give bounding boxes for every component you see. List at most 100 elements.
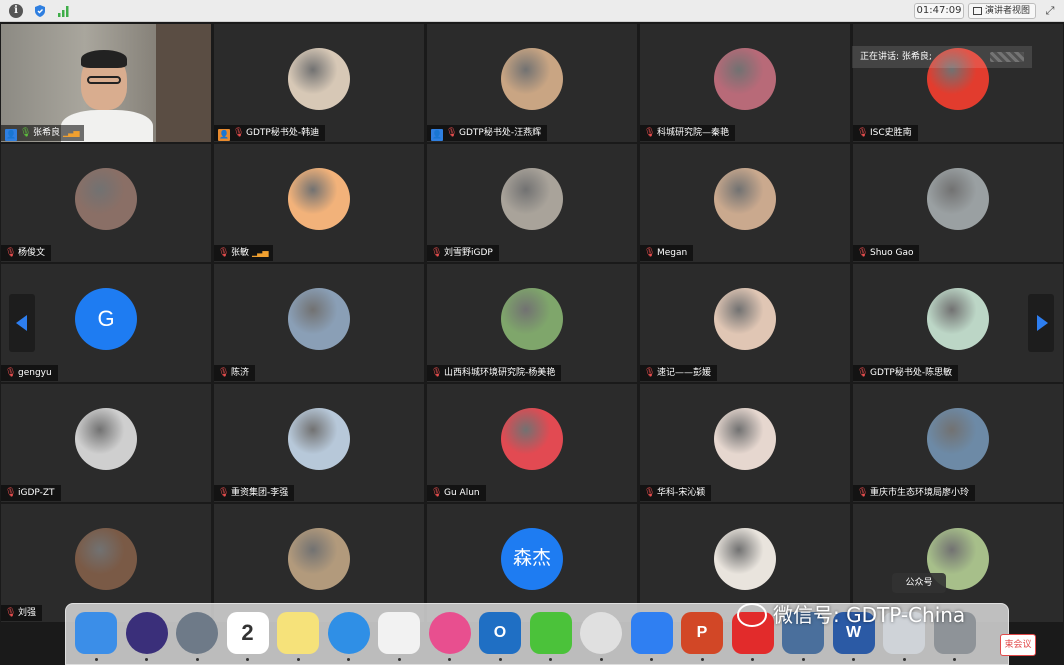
- participant-tile[interactable]: 👤 🎙 GDTP秘书处-汪燕辉: [427, 24, 637, 142]
- dock-launchpad-icon[interactable]: [176, 612, 218, 654]
- participant-nameplate: 🎙 Megan: [640, 245, 694, 261]
- microphone-muted-icon: 🎙: [857, 248, 869, 258]
- participant-tile[interactable]: 🎙 陈济: [214, 264, 424, 382]
- fullscreen-icon[interactable]: ⤢: [1043, 4, 1057, 18]
- participant-tile[interactable]: 🎙 华科-宋沁颖: [640, 384, 850, 502]
- speaking-blur: [990, 52, 1024, 62]
- microphone-muted-icon: 🎙: [233, 128, 245, 138]
- participant-tile[interactable]: 👤 🎙 张希良 ▁▃▅: [1, 24, 211, 142]
- participant-tile[interactable]: 👤 🎙 GDTP秘书处-韩迪: [214, 24, 424, 142]
- participant-nameplate: 🎙 ISC史胜南: [853, 125, 918, 141]
- participant-avatar: [927, 288, 989, 350]
- dock-itunes-icon[interactable]: [428, 612, 471, 654]
- participant-name: Gu Alun: [444, 488, 480, 498]
- participant-name: 山西科城环境研究院-杨美艳: [444, 368, 556, 378]
- dock-running-indicator: [599, 658, 603, 661]
- participant-avatar: [501, 408, 563, 470]
- participant-avatar: 森杰: [501, 528, 563, 590]
- participant-tile[interactable]: 🎙 杨俊文: [1, 144, 211, 262]
- participant-tile[interactable]: 🎙 Gu Alun: [427, 384, 637, 502]
- participant-avatar: [288, 408, 350, 470]
- participant-nameplate: 👤 🎙 GDTP秘书处-汪燕辉: [427, 125, 548, 141]
- participant-tile[interactable]: 🎙 张敏 ▁▃▅: [214, 144, 424, 262]
- dock-running-indicator: [397, 658, 401, 661]
- participant-nameplate: 👤 🎙 张希良 ▁▃▅: [1, 125, 85, 141]
- participant-avatar: [714, 48, 776, 110]
- participant-tile[interactable]: 🎙 科城研究院—秦艳: [640, 24, 850, 142]
- dock-wechat-icon[interactable]: [529, 612, 572, 654]
- participant-nameplate: 🎙 刘强: [1, 605, 43, 621]
- participant-tile[interactable]: 🎙 ISC史胜南: [853, 24, 1063, 142]
- participant-tile[interactable]: 🎙 山西科城环境研究院-杨美艳: [427, 264, 637, 382]
- speaking-indicator: 正在讲话: 张希良;: [852, 46, 1032, 68]
- participant-name: 陈济: [231, 368, 250, 378]
- participant-nameplate: 🎙 GDTP秘书处-陈思敏: [853, 365, 959, 381]
- dock-running-indicator: [801, 658, 805, 661]
- microphone-muted-icon: 🎙: [857, 128, 869, 138]
- microphone-muted-icon: 🎙: [446, 128, 458, 138]
- dock-running-indicator: [549, 658, 552, 661]
- microphone-muted-icon: 🎙: [644, 248, 656, 258]
- dock-running-indicator: [700, 658, 704, 661]
- participant-avatar: [75, 528, 137, 590]
- participant-tile[interactable]: 🎙 刘雪野iGDP: [427, 144, 637, 262]
- participant-name: GDTP秘书处-汪燕辉: [459, 128, 542, 138]
- participant-avatar: [75, 408, 137, 470]
- participant-name: ISC史胜南: [870, 128, 912, 138]
- microphone-muted-icon: 🎙: [857, 488, 869, 498]
- participant-avatar: [714, 168, 776, 230]
- microphone-muted-icon: 🎙: [644, 488, 656, 498]
- participant-nameplate: 🎙 iGDP-ZT: [1, 485, 61, 501]
- participant-avatar: [714, 408, 776, 470]
- dock-lark-icon[interactable]: [630, 612, 673, 654]
- participant-avatar: [927, 408, 989, 470]
- arrow-left-icon: [16, 315, 27, 331]
- watermark-text: 微信号: GDTP-China: [773, 603, 966, 627]
- dock-safari-icon[interactable]: [327, 612, 370, 654]
- dock-powerpoint-icon[interactable]: P: [681, 612, 723, 654]
- audio-level-icon: ▁▃▅: [63, 128, 80, 137]
- info-icon[interactable]: i: [9, 4, 23, 18]
- shield-icon[interactable]: [33, 4, 47, 18]
- participant-avatar: [288, 168, 350, 230]
- participant-tile[interactable]: 🎙 iGDP-ZT: [1, 384, 211, 502]
- dock-numbers-icon[interactable]: [378, 612, 420, 654]
- participant-avatar: [714, 528, 776, 590]
- participant-name: 刘强: [18, 608, 37, 618]
- microphone-muted-icon: 🎙: [218, 488, 230, 498]
- host-icon: 👤: [5, 129, 17, 141]
- participant-name: 华科-宋沁颖: [657, 488, 706, 498]
- dock-running-indicator: [145, 658, 148, 661]
- dock-running-indicator: [902, 658, 906, 661]
- participant-name: GDTP秘书处-韩迪: [246, 128, 320, 138]
- end-meeting-button[interactable]: 束会议: [1000, 634, 1036, 656]
- participant-tile[interactable]: 🎙 Shuo Gao: [853, 144, 1063, 262]
- participant-avatar: G: [75, 288, 137, 350]
- participant-nameplate: 🎙 重庆市生态环境局廖小玲: [853, 485, 976, 501]
- microphone-muted-icon: 🎙: [5, 248, 17, 258]
- dock-calendar-icon[interactable]: 2: [226, 612, 269, 654]
- dock-chrome-icon[interactable]: [580, 612, 622, 654]
- microphone-muted-icon: 🎙: [218, 368, 230, 378]
- participant-tile[interactable]: 🎙 重庆市生态环境局廖小玲: [853, 384, 1063, 502]
- participant-nameplate: 🎙 重资集团-李强: [214, 485, 295, 501]
- wechat-icon: [737, 603, 767, 627]
- host-icon: 👤: [431, 129, 443, 141]
- next-page-button[interactable]: [1028, 294, 1054, 352]
- dock-outlook-icon[interactable]: O: [479, 612, 521, 654]
- participant-tile[interactable]: 🎙 重资集团-李强: [214, 384, 424, 502]
- participant-tile[interactable]: 🎙 速记——彭媛: [640, 264, 850, 382]
- meeting-top-bar: i 01:47:09 演讲者视图 ⤢: [0, 0, 1064, 22]
- dock-siri-icon[interactable]: [125, 612, 168, 654]
- participant-nameplate: 🎙 刘雪野iGDP: [427, 245, 499, 261]
- participant-name: 科城研究院—秦艳: [657, 128, 730, 138]
- dock-finder-icon[interactable]: [75, 612, 117, 654]
- participant-nameplate: 🎙 华科-宋沁颖: [640, 485, 712, 501]
- participant-nameplate: 👤 🎙 GDTP秘书处-韩迪: [214, 125, 326, 141]
- dock-notes-icon[interactable]: [277, 612, 319, 654]
- connection-signal-icon[interactable]: [57, 4, 71, 18]
- previous-page-button[interactable]: [9, 294, 35, 352]
- microphone-muted-icon: 🎙: [431, 248, 443, 258]
- participant-tile[interactable]: 🎙 Megan: [640, 144, 850, 262]
- speaker-view-button[interactable]: 演讲者视图: [968, 3, 1036, 19]
